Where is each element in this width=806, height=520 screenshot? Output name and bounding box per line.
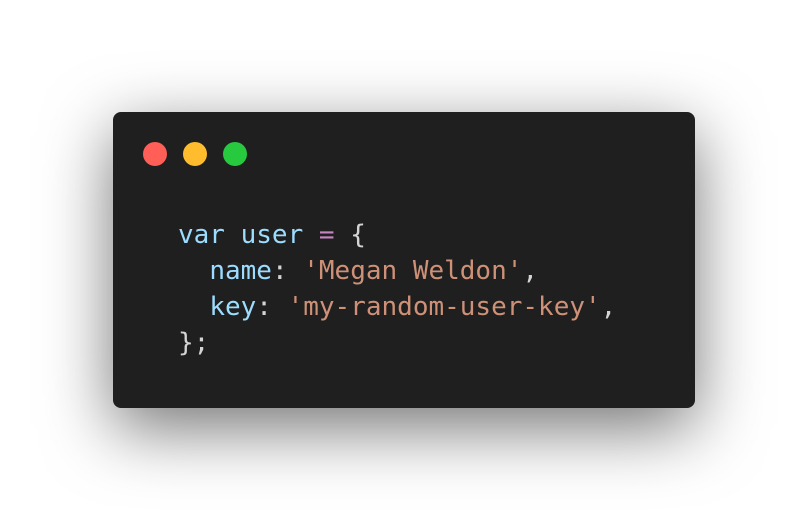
close-brace-semicolon: }; <box>178 328 210 358</box>
comma: , <box>600 292 617 322</box>
window-controls <box>143 142 247 166</box>
code-line-4: }; <box>178 325 616 361</box>
comma: , <box>522 256 539 286</box>
close-window-button[interactable] <box>143 142 167 166</box>
property-name: name <box>209 256 272 286</box>
code-block: var user = { name: 'Megan Weldon', key: … <box>178 217 616 361</box>
code-line-3: key: 'my-random-user-key', <box>178 289 616 325</box>
colon: : <box>256 292 272 322</box>
string-value-key: 'my-random-user-key' <box>287 292 601 322</box>
colon: : <box>271 256 288 286</box>
assignment-operator: = <box>318 220 335 250</box>
string-value-name: 'Megan Weldon' <box>303 256 523 286</box>
identifier-user: user <box>240 220 304 250</box>
zoom-window-button[interactable] <box>223 142 247 166</box>
minimize-window-button[interactable] <box>183 142 207 166</box>
keyword-var: var <box>178 220 225 250</box>
property-key: key <box>209 292 257 322</box>
code-line-2: name: 'Megan Weldon', <box>178 253 616 289</box>
open-brace: { <box>350 220 366 250</box>
code-line-1: var user = { <box>178 217 616 253</box>
code-window: var user = { name: 'Megan Weldon', key: … <box>113 112 695 408</box>
